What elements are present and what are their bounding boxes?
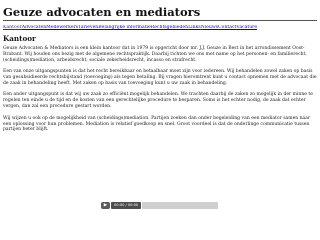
title-divider bbox=[3, 20, 317, 21]
accessibility-paragraph: Een van onze uitgangspunten is dat het r… bbox=[3, 69, 317, 87]
nav-link-belangrijke-informatie[interactable]: Belangrijke informatie bbox=[98, 25, 150, 30]
efficiency-paragraph: Een ander uitgangspunt is dat wij uw zaa… bbox=[3, 92, 313, 110]
site-title: Geuze advocaten en mediators bbox=[3, 5, 201, 19]
nav-link-advocaten[interactable]: Advocaten bbox=[22, 25, 46, 30]
main-nav: KantoorAdvocatenMedewerkersTarievenBelan… bbox=[3, 25, 317, 31]
audio-player: ▶ 00:00 / 00:00 bbox=[101, 201, 219, 209]
page: Geuze advocaten en mediators KantoorAdvo… bbox=[0, 0, 320, 240]
play-button[interactable]: ▶ bbox=[101, 201, 110, 209]
nav-link-contact[interactable]: Contact bbox=[218, 25, 236, 30]
mediation-paragraph: Wij wijzen u ook op de mogelijkheid van … bbox=[3, 115, 311, 133]
page-title: Kantoor bbox=[3, 34, 36, 43]
nav-link-rechtsgebieden[interactable]: Rechtsgebieden bbox=[151, 25, 188, 30]
nav-link-medewerkers[interactable]: Medewerkers bbox=[46, 25, 78, 30]
nav-link-vacature[interactable]: Vacature bbox=[236, 25, 257, 30]
nav-link-links[interactable]: Links bbox=[188, 25, 201, 30]
nav-link-kantoor[interactable]: Kantoor bbox=[3, 25, 22, 30]
intro-paragraph: Geuze Advocaten & Mediators is een klein… bbox=[3, 46, 307, 63]
play-icon: ▶ bbox=[103, 202, 108, 208]
nav-link-tarieven[interactable]: Tarieven bbox=[78, 25, 98, 30]
seek-bar[interactable] bbox=[142, 201, 219, 209]
time-display: 00:00 / 00:00 bbox=[111, 201, 142, 209]
nav-link-nieuws[interactable]: Nieuws bbox=[201, 25, 218, 30]
